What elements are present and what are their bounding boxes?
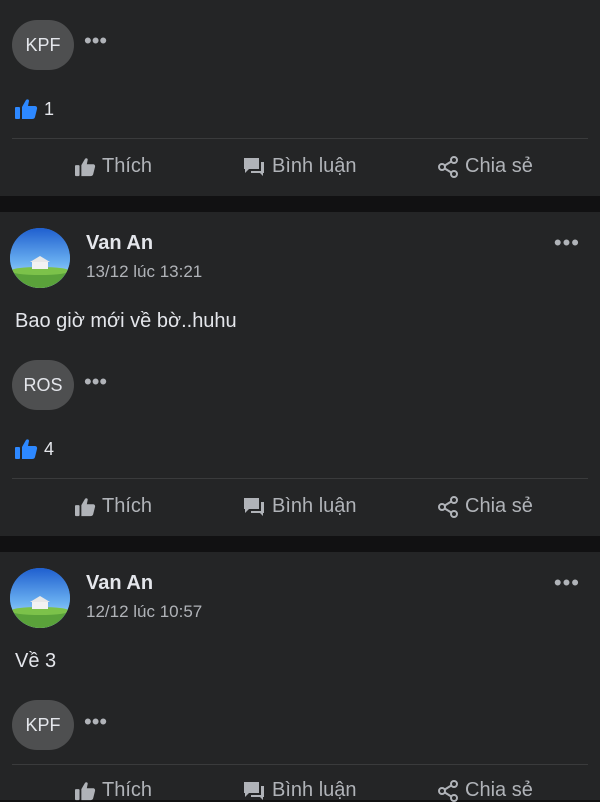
thumbs-up-icon [15,99,38,119]
share-label: Chia sẻ [465,155,533,177]
more-reactions-icon[interactable]: ••• [84,371,107,393]
thumbs-up-icon [75,781,96,800]
divider [12,478,588,479]
like-label: Thích [102,495,153,517]
divider [12,138,588,139]
post-text: Bao giờ mới về bờ..huhu [15,310,237,332]
share-label: Chia sẻ [465,779,533,801]
divider [12,764,588,765]
reaction-pill-label: KPF [25,34,61,55]
comment-label: Bình luận [272,495,357,517]
like-summary[interactable]: 4 [14,438,54,460]
reaction-pill[interactable]: ROS [12,360,74,410]
post-timestamp[interactable]: 12/12 lúc 10:57 [86,602,202,622]
author-name[interactable]: Van An [86,572,153,595]
like-button[interactable]: Thích [74,155,152,178]
share-icon [438,779,458,802]
avatar-landscape-image [10,228,70,288]
like-summary[interactable]: 1 [14,98,54,120]
comment-icon [244,781,264,800]
thumbs-up-icon [15,439,38,459]
like-count: 1 [44,98,55,119]
comment-icon [244,497,264,516]
avatar[interactable] [10,568,70,628]
like-label: Thích [102,779,153,801]
post-text: Về 3 [15,650,57,672]
post-card-3: Van An 12/12 lúc 10:57 ••• Về 3 KPF ••• … [0,552,600,802]
comment-icon [244,157,264,176]
reaction-pill[interactable]: KPF [12,700,74,750]
post-card-1: KPF ••• 1 Thích Bình luận Chia sẻ [0,0,600,196]
comment-button[interactable]: Bình luận [242,779,357,802]
avatar-landscape-image [10,568,70,628]
comment-label: Bình luận [272,779,357,801]
more-reactions-icon[interactable]: ••• [84,711,107,733]
thumbs-up-icon [75,497,96,516]
reaction-pill[interactable]: KPF [12,20,74,70]
comment-button[interactable]: Bình luận [242,155,357,178]
post-timestamp[interactable]: 13/12 lúc 13:21 [86,262,202,282]
share-icon [438,495,458,518]
thumbs-up-icon [75,157,96,176]
reaction-pill-label: KPF [25,714,61,735]
like-button[interactable]: Thích [74,779,152,802]
author-name[interactable]: Van An [86,232,153,255]
comment-label: Bình luận [272,155,357,177]
like-label: Thích [102,155,153,177]
like-count: 4 [44,438,55,459]
share-button[interactable]: Chia sẻ [437,779,533,802]
more-icon[interactable]: ••• [554,232,580,254]
like-button[interactable]: Thích [74,495,152,518]
comment-button[interactable]: Bình luận [242,495,357,518]
share-button[interactable]: Chia sẻ [437,495,533,518]
reaction-pill-label: ROS [23,374,63,395]
more-reactions-icon[interactable]: ••• [84,30,107,52]
more-icon[interactable]: ••• [554,572,580,594]
share-icon [438,155,458,178]
post-card-2: Van An 13/12 lúc 13:21 ••• Bao giờ mới v… [0,212,600,536]
share-button[interactable]: Chia sẻ [437,155,533,178]
avatar[interactable] [10,228,70,288]
share-label: Chia sẻ [465,495,533,517]
